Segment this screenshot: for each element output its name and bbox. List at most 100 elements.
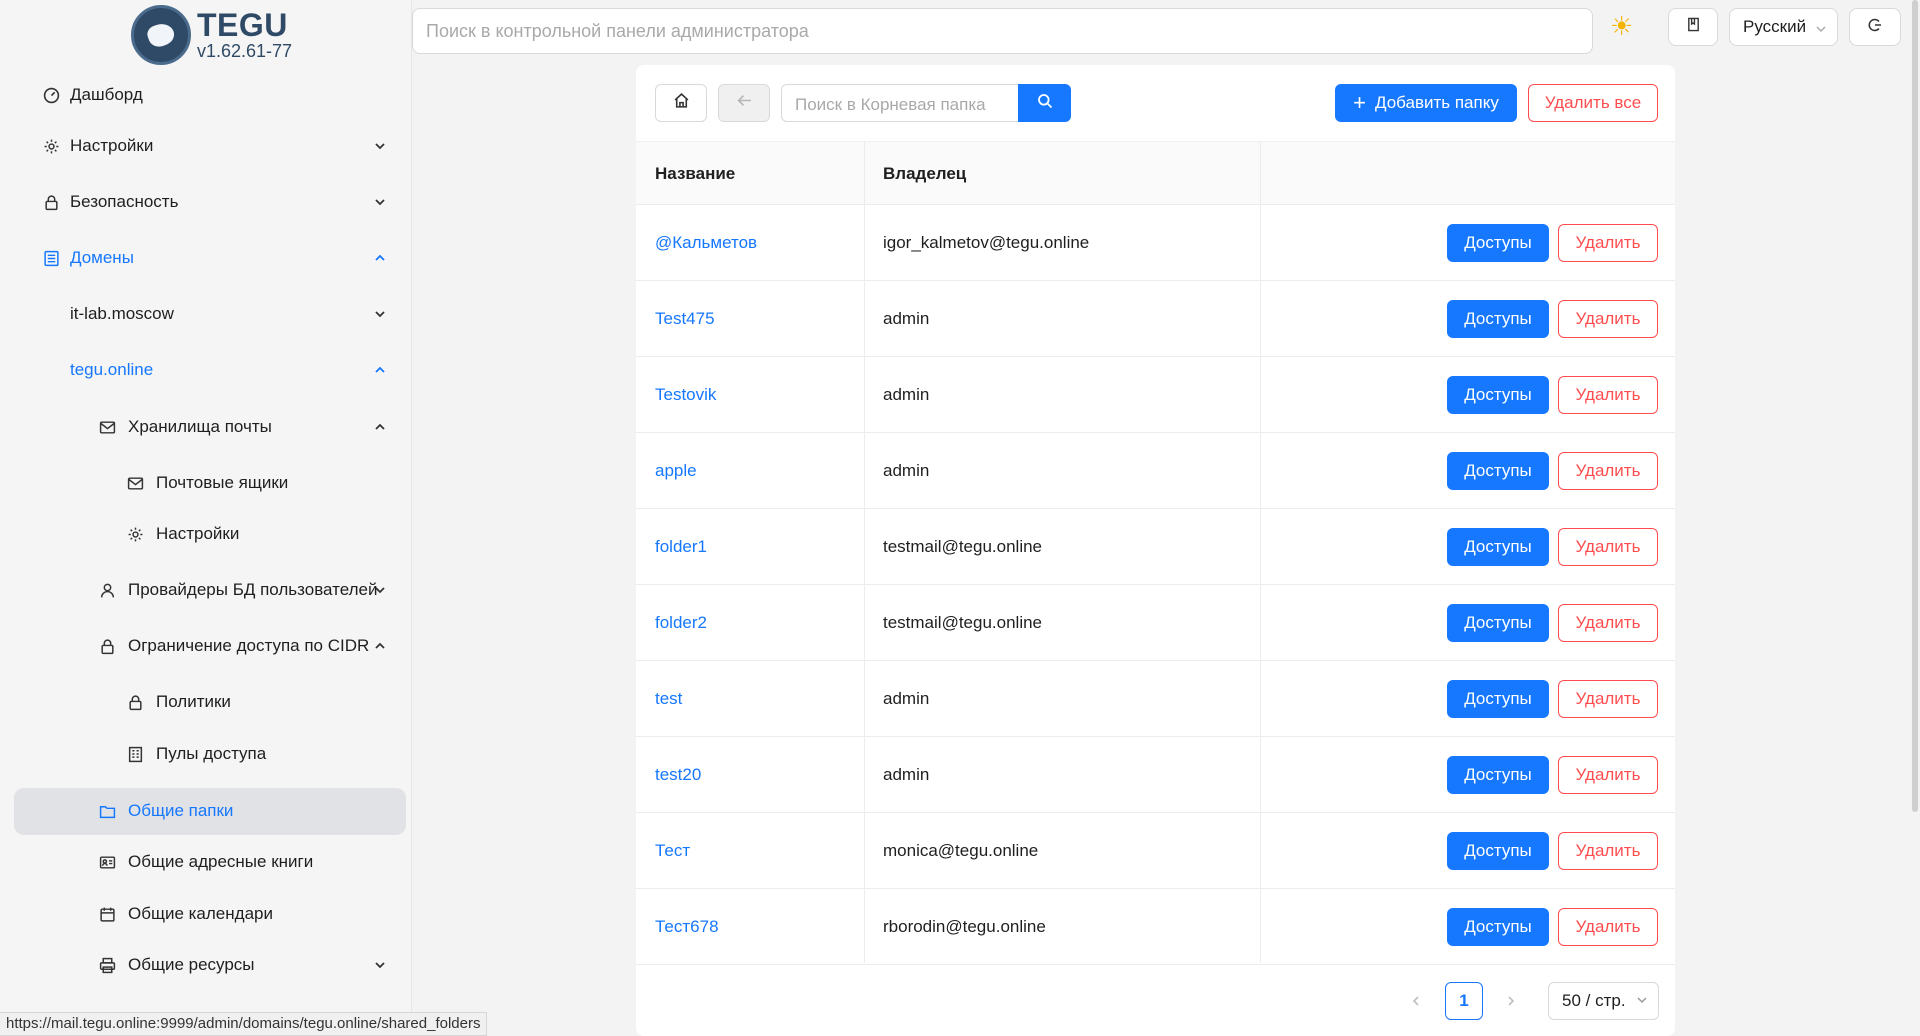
folder-name-link[interactable]: folder2	[655, 585, 707, 661]
prev-page-button[interactable]	[1401, 982, 1431, 1020]
delete-button[interactable]: Удалить	[1558, 680, 1658, 718]
folder-name-link[interactable]: test	[655, 661, 682, 737]
sidebar-item-cidr-restriction[interactable]: Ограничение доступа по CIDR	[98, 623, 387, 669]
folder-name-link[interactable]: Testovik	[655, 357, 716, 433]
folder-name-link[interactable]: Тест678	[655, 889, 719, 965]
sidebar-item-security[interactable]: Безопасность	[42, 179, 387, 225]
global-search-input[interactable]: Поиск в контрольной панели администратор…	[412, 8, 1593, 54]
folder-owner: admin	[883, 689, 930, 708]
table-row: Тест monica@tegu.online Доступы Удалить	[636, 813, 1675, 889]
folder-search-button[interactable]	[1018, 84, 1071, 122]
mail-icon	[126, 474, 144, 492]
sidebar-item-label: Общие адресные книги	[128, 852, 314, 871]
delete-button[interactable]: Удалить	[1558, 224, 1658, 262]
sidebar-item-label: Ограничение доступа по CIDR	[128, 636, 370, 655]
sidebar-item-label: Пулы доступа	[156, 744, 267, 763]
delete-button[interactable]: Удалить	[1558, 756, 1658, 794]
sidebar-item-shared-folders[interactable]: Общие папки	[98, 788, 387, 834]
access-button[interactable]: Доступы	[1447, 224, 1549, 262]
sidebar-item-shared-address-books[interactable]: Общие адресные книги	[98, 839, 387, 885]
theme-sun-icon[interactable]: ☀	[1610, 11, 1633, 42]
sidebar-item-settings[interactable]: Настройки	[42, 123, 387, 169]
access-button[interactable]: Доступы	[1447, 604, 1549, 642]
delete-button[interactable]: Удалить	[1558, 908, 1658, 946]
language-select[interactable]: Русский	[1729, 8, 1838, 46]
user-icon	[98, 581, 116, 599]
column-header-name: Название	[655, 164, 736, 183]
sidebar-item-user-db-providers[interactable]: Провайдеры БД пользователей	[98, 567, 387, 613]
chevron-down-icon	[373, 307, 387, 321]
delete-button[interactable]: Удалить	[1558, 300, 1658, 338]
logout-button[interactable]	[1849, 8, 1901, 46]
folder-name-link[interactable]: apple	[655, 433, 697, 509]
delete-button[interactable]: Удалить	[1558, 452, 1658, 490]
access-button[interactable]: Доступы	[1447, 756, 1549, 794]
sidebar-item-dashboard[interactable]: Дашборд	[42, 72, 387, 118]
sidebar-item-label: Настройки	[156, 524, 240, 543]
page-1-button[interactable]: 1	[1445, 982, 1483, 1020]
delete-button[interactable]: Удалить	[1558, 528, 1658, 566]
sidebar-item-it-lab-moscow[interactable]: it-lab.moscow	[70, 291, 387, 337]
home-icon	[673, 92, 690, 114]
home-button[interactable]	[655, 84, 707, 122]
delete-all-button[interactable]: Удалить все	[1528, 84, 1658, 122]
table-row: folder1 testmail@tegu.online Доступы Уда…	[636, 509, 1675, 585]
table-row: Test475 admin Доступы Удалить	[636, 281, 1675, 357]
scrollbar-thumb[interactable]	[1912, 0, 1918, 812]
contact-card-icon	[98, 853, 116, 871]
access-button[interactable]: Доступы	[1447, 832, 1549, 870]
sidebar-item-label: Домены	[70, 248, 134, 267]
sidebar-item-shared-calendars[interactable]: Общие календари	[98, 891, 387, 937]
folder-owner: monica@tegu.online	[883, 841, 1039, 860]
access-button[interactable]: Доступы	[1447, 376, 1549, 414]
back-button[interactable]	[718, 84, 770, 122]
access-button[interactable]: Доступы	[1447, 300, 1549, 338]
delete-button[interactable]: Удалить	[1558, 376, 1658, 414]
folder-name-link[interactable]: folder1	[655, 509, 707, 585]
docs-button[interactable]	[1668, 8, 1718, 46]
folder-search-input[interactable]: Поиск в Корневая папка	[781, 84, 1019, 122]
table-row: test20 admin Доступы Удалить	[636, 737, 1675, 813]
folder-name-link[interactable]: Тест	[655, 813, 690, 889]
folder-name-link[interactable]: Test475	[655, 281, 715, 357]
folder-owner: admin	[883, 765, 930, 784]
folder-owner: admin	[883, 309, 930, 328]
sidebar-item-access-pools[interactable]: Пулы доступа	[126, 731, 387, 777]
sidebar-item-tegu-online[interactable]: tegu.online	[70, 347, 387, 393]
page-scrollbar[interactable]	[1910, 0, 1920, 1036]
plus-icon: +	[1353, 90, 1366, 115]
access-button[interactable]: Доступы	[1447, 452, 1549, 490]
chevron-down-icon	[373, 958, 387, 972]
sidebar-item-mail-storages[interactable]: Хранилища почты	[98, 404, 387, 450]
chevron-up-icon	[373, 251, 387, 265]
folder-owner: rborodin@tegu.online	[883, 917, 1046, 936]
delete-button[interactable]: Удалить	[1558, 832, 1658, 870]
chevron-right-icon	[1505, 991, 1517, 1012]
sidebar-item-domains[interactable]: Домены	[42, 235, 387, 281]
folder-name-link[interactable]: @Кальметов	[655, 205, 757, 281]
add-folder-label: Добавить папку	[1375, 93, 1499, 112]
chevron-down-icon	[373, 139, 387, 153]
status-url: https://mail.tegu.online:9999/admin/doma…	[0, 1012, 488, 1036]
folder-owner: testmail@tegu.online	[883, 537, 1043, 556]
chevron-left-icon	[1410, 991, 1422, 1012]
sidebar-item-policies[interactable]: Политики	[126, 679, 387, 725]
folder-name-link[interactable]: test20	[655, 737, 701, 813]
page-size-value: 50 / стр.	[1562, 991, 1626, 1010]
language-value: Русский	[1743, 17, 1807, 36]
shared-folders-card: Поиск в Корневая папка + Добавить папку …	[636, 65, 1675, 1036]
add-folder-button[interactable]: + Добавить папку	[1335, 84, 1517, 122]
table-row: test admin Доступы Удалить	[636, 661, 1675, 737]
brand-title: TEGU	[197, 7, 288, 43]
folder-owner: admin	[883, 461, 930, 480]
sidebar-item-shared-resources[interactable]: Общие ресурсы	[98, 942, 387, 988]
next-page-button[interactable]	[1496, 982, 1526, 1020]
sidebar-item-mailboxes[interactable]: Почтовые ящики	[126, 460, 387, 506]
access-button[interactable]: Доступы	[1447, 908, 1549, 946]
sidebar-item-storage-settings[interactable]: Настройки	[126, 511, 387, 557]
sidebar-item-label: Безопасность	[70, 192, 179, 211]
page-size-select[interactable]: 50 / стр.	[1548, 982, 1659, 1020]
access-button[interactable]: Доступы	[1447, 528, 1549, 566]
access-button[interactable]: Доступы	[1447, 680, 1549, 718]
delete-button[interactable]: Удалить	[1558, 604, 1658, 642]
